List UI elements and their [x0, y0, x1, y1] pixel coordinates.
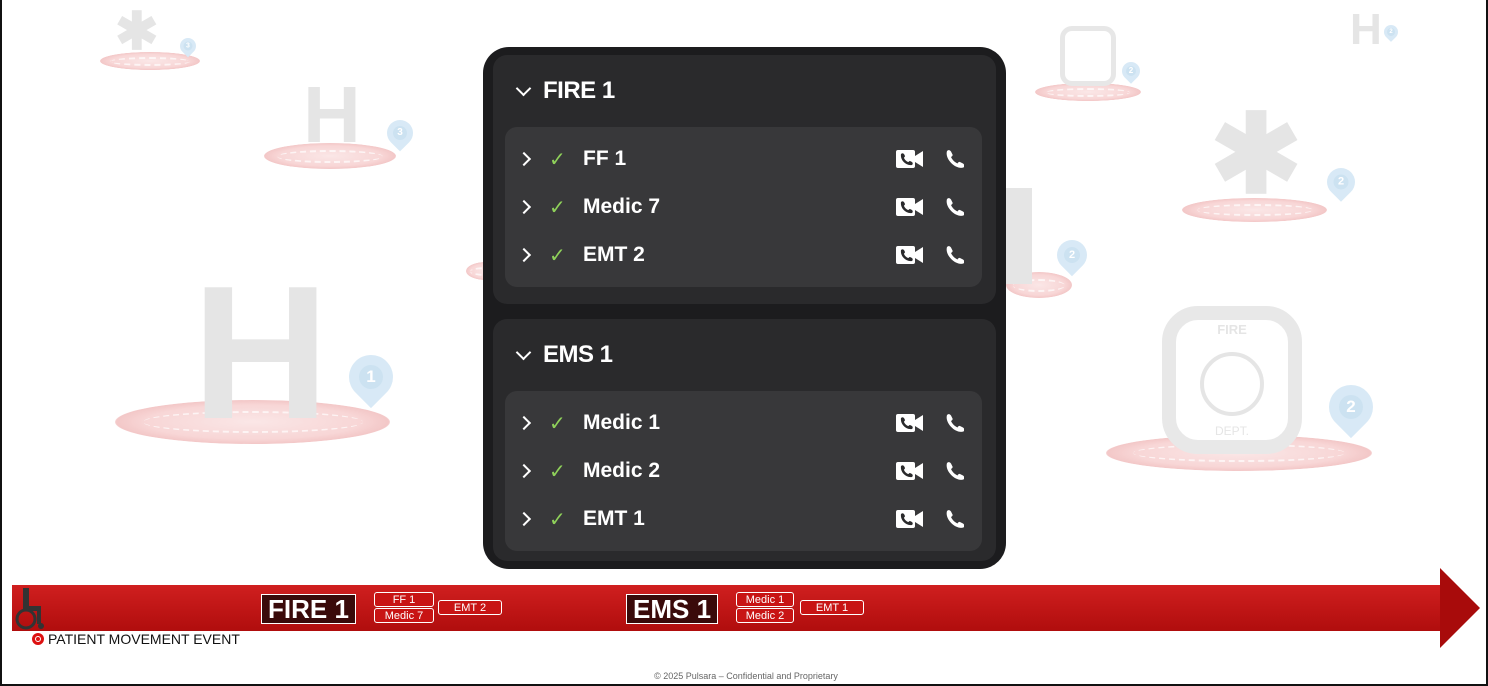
- badge-emblem: [1200, 352, 1264, 416]
- unit-actions: [896, 459, 968, 483]
- video-call-icon[interactable]: [896, 195, 924, 219]
- unit-actions: [896, 411, 968, 435]
- phone-icon[interactable]: [940, 411, 968, 435]
- hospital-icon: H: [303, 70, 361, 159]
- arrow-head: [1440, 568, 1480, 648]
- unit-name: Medic 1: [583, 411, 661, 434]
- check-icon: ✓: [549, 508, 566, 531]
- unit-name: EMT 1: [583, 507, 645, 530]
- fire-badge-icon: [1060, 26, 1116, 86]
- patient-movement-event: PATIENT MOVEMENT EVENT: [32, 631, 240, 647]
- hospital-icon: H: [1350, 5, 1382, 54]
- video-call-icon[interactable]: [896, 147, 924, 171]
- timeline-group-ems-1[interactable]: EMS 1: [626, 594, 719, 624]
- unit-row[interactable]: ✓ Medic 1: [505, 399, 982, 447]
- video-call-icon[interactable]: [896, 507, 924, 531]
- group-fire-1: FIRE 1 ✓ FF 1 ✓ Medic 7 ✓ EMT 2: [493, 55, 996, 304]
- phone-icon[interactable]: [940, 459, 968, 483]
- arrow-body: [12, 585, 1444, 631]
- unit-row[interactable]: ✓ EMT 1: [505, 495, 982, 543]
- unit-actions: [896, 243, 968, 267]
- check-icon: ✓: [549, 148, 566, 171]
- star-of-life-icon: ✱: [115, 3, 159, 61]
- group-title: EMS 1: [543, 341, 613, 368]
- responder-panel: FIRE 1 ✓ FF 1 ✓ Medic 7 ✓ EMT 2 EMS 1 ✓ …: [483, 47, 1006, 569]
- group-header[interactable]: EMS 1: [505, 319, 982, 391]
- event-label: PATIENT MOVEMENT EVENT: [48, 631, 240, 647]
- phone-icon[interactable]: [940, 243, 968, 267]
- unit-row[interactable]: ✓ FF 1: [505, 135, 982, 183]
- group-title: FIRE 1: [543, 77, 615, 104]
- timeline-chip[interactable]: EMT 1: [800, 600, 864, 615]
- timeline-chip[interactable]: Medic 2: [736, 608, 794, 623]
- event-marker-icon: [32, 633, 44, 645]
- location-pin-icon: 1: [339, 345, 403, 409]
- fire-badge-icon: FIRE DEPT.: [1162, 306, 1302, 454]
- video-call-icon[interactable]: [896, 411, 924, 435]
- check-icon: ✓: [549, 460, 566, 483]
- location-pin-icon: 2: [1321, 162, 1361, 202]
- timeline-group-fire-1[interactable]: FIRE 1: [261, 594, 356, 624]
- unit-actions: [896, 147, 968, 171]
- unit-list: ✓ Medic 1 ✓ Medic 2 ✓ EMT 1: [505, 391, 982, 551]
- unit-name: Medic 7: [583, 195, 661, 218]
- timeline-chip[interactable]: Medic 7: [374, 608, 434, 623]
- video-call-icon[interactable]: [896, 459, 924, 483]
- chevron-right-icon[interactable]: [519, 199, 535, 215]
- phone-icon[interactable]: [940, 507, 968, 531]
- check-icon: ✓: [549, 244, 566, 267]
- phone-icon[interactable]: [940, 195, 968, 219]
- phone-icon[interactable]: [940, 147, 968, 171]
- group-header[interactable]: FIRE 1: [505, 55, 982, 127]
- location-pin-icon: 2: [1118, 58, 1144, 84]
- unit-name: FF 1: [583, 147, 627, 170]
- check-icon: ✓: [549, 412, 566, 435]
- check-icon: ✓: [549, 196, 566, 219]
- chevron-right-icon[interactable]: [519, 247, 535, 263]
- location-pin-icon: 2: [1381, 22, 1401, 42]
- unit-list: ✓ FF 1 ✓ Medic 7 ✓ EMT 2: [505, 127, 982, 287]
- wheelchair-icon: [15, 588, 44, 630]
- timeline-chip[interactable]: Medic 1: [736, 592, 794, 607]
- timeline-chip[interactable]: EMT 2: [438, 600, 502, 615]
- star-of-life-icon: ✱: [1210, 93, 1303, 216]
- chevron-right-icon[interactable]: [519, 151, 535, 167]
- chevron-right-icon[interactable]: [519, 463, 535, 479]
- location-pin-icon: 3: [381, 114, 419, 152]
- hospital-icon-partial: [1006, 188, 1032, 284]
- timeline-chip[interactable]: FF 1: [374, 592, 434, 607]
- unit-name: EMT 2: [583, 243, 645, 266]
- footer-copyright: © 2025 Pulsara – Confidential and Propri…: [654, 671, 838, 681]
- unit-row[interactable]: ✓ Medic 7: [505, 183, 982, 231]
- hospital-icon: H: [192, 247, 330, 459]
- group-ems-1: EMS 1 ✓ Medic 1 ✓ Medic 2 ✓ EMT 1: [493, 319, 996, 561]
- chevron-down-icon[interactable]: [515, 82, 533, 100]
- chevron-down-icon[interactable]: [515, 346, 533, 364]
- unit-actions: [896, 507, 968, 531]
- video-call-icon[interactable]: [896, 243, 924, 267]
- chevron-right-icon[interactable]: [519, 511, 535, 527]
- unit-row[interactable]: ✓ EMT 2: [505, 231, 982, 279]
- unit-actions: [896, 195, 968, 219]
- chevron-right-icon[interactable]: [519, 415, 535, 431]
- unit-name: Medic 2: [583, 459, 661, 482]
- location-pin-icon: 2: [1319, 375, 1383, 439]
- location-pin-icon: 2: [1050, 233, 1094, 277]
- unit-row[interactable]: ✓ Medic 2: [505, 447, 982, 495]
- slide: ✱ 3 H 3 H 1 2 H 2 ✱ 2 2 FIRE DEPT. 2 FIR…: [0, 0, 1488, 686]
